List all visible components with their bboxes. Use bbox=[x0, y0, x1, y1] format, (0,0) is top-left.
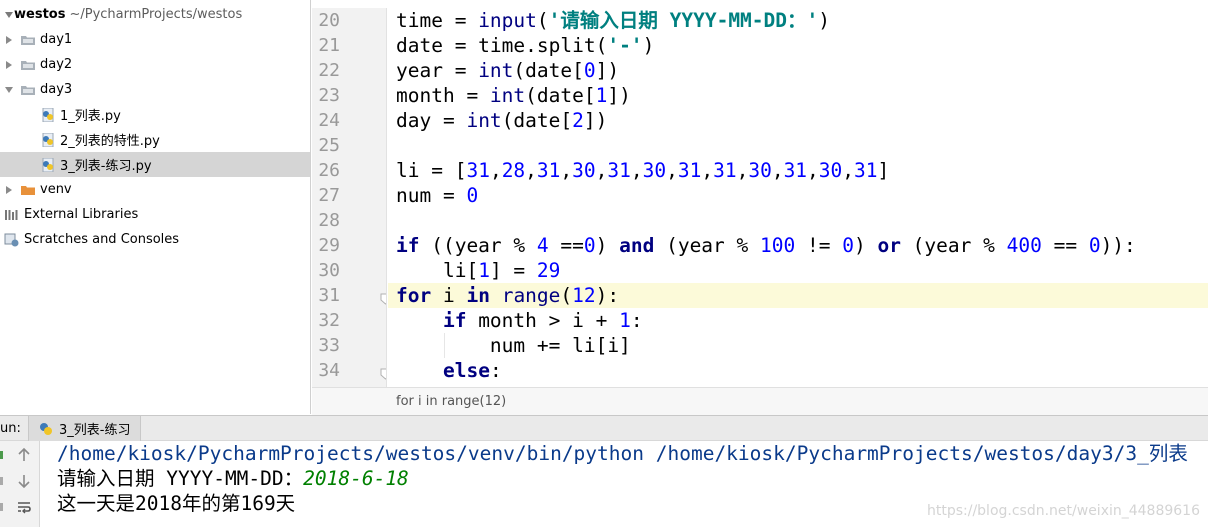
line-number: 28 bbox=[318, 210, 340, 231]
line-number: 27 bbox=[318, 185, 340, 206]
tree-item-label: 1_列表.py bbox=[60, 109, 121, 124]
code-line[interactable]: day = int(date[2]) bbox=[388, 108, 1208, 133]
tree-item-label: day3 bbox=[40, 82, 73, 97]
fold-marker-icon[interactable] bbox=[380, 290, 386, 305]
python-file-icon bbox=[40, 107, 56, 122]
library-icon bbox=[4, 208, 20, 222]
excluded-folder-icon bbox=[20, 183, 36, 197]
editor-top-edge bbox=[312, 0, 1208, 8]
tree-item-label: 2_列表的特性.py bbox=[60, 134, 160, 149]
code-line[interactable]: year = int(date[0]) bbox=[388, 58, 1208, 83]
chevron-down-icon[interactable] bbox=[4, 85, 14, 95]
tree-item-label: 3_列表-练习.py bbox=[60, 159, 152, 174]
project-tool-window: westos ~/PycharmProjects/westos day1 day… bbox=[0, 0, 311, 414]
console-user-input: 2018-6-18 bbox=[303, 467, 409, 490]
tree-item-day2[interactable]: day2 bbox=[0, 52, 310, 77]
code-line[interactable]: time = input('请输入日期 YYYY-MM-DD：') bbox=[388, 8, 1208, 33]
root-path: ~/PycharmProjects/westos bbox=[69, 7, 243, 22]
line-number: 32 bbox=[318, 310, 340, 331]
line-number: 33 bbox=[318, 335, 340, 356]
line-number: 21 bbox=[318, 35, 340, 56]
chevron-right-icon[interactable] bbox=[4, 185, 14, 195]
line-number: 26 bbox=[318, 160, 340, 181]
code-line[interactable]: li = [31,28,31,30,31,30,31,31,30,31,30,3… bbox=[388, 158, 1208, 183]
settings-icon[interactable] bbox=[0, 499, 8, 515]
console-result: 这一天是2018年的第169天 bbox=[57, 492, 296, 515]
tree-item-label: day2 bbox=[40, 57, 73, 72]
code-line[interactable]: if ((year % 4 ==0) and (year % 100 != 0)… bbox=[388, 233, 1208, 258]
folder-icon bbox=[20, 83, 36, 97]
python-icon bbox=[39, 422, 53, 436]
editor-breadcrumb[interactable]: for i in range(12) bbox=[312, 387, 1208, 415]
tree-file-1[interactable]: 1_列表.py bbox=[0, 102, 310, 127]
run-tab-label: 3_列表-练习 bbox=[59, 423, 131, 438]
arrow-down-icon[interactable] bbox=[16, 473, 32, 489]
tree-file-3-selected[interactable]: 3_列表-练习.py bbox=[0, 152, 310, 177]
code-line[interactable]: month = int(date[1]) bbox=[388, 83, 1208, 108]
rerun-icon[interactable] bbox=[0, 447, 8, 463]
code-line[interactable] bbox=[388, 208, 1208, 233]
code-line[interactable]: else: bbox=[388, 358, 1208, 383]
soft-wrap-icon[interactable] bbox=[16, 499, 32, 515]
chevron-down-icon[interactable] bbox=[4, 10, 14, 20]
code-line-current[interactable]: for i in range(12): bbox=[388, 283, 1208, 308]
chevron-right-icon[interactable] bbox=[4, 35, 14, 45]
run-label: un: bbox=[0, 421, 21, 436]
line-number: 20 bbox=[318, 10, 340, 31]
folder-icon bbox=[20, 33, 36, 47]
line-number: 24 bbox=[318, 110, 340, 131]
code-line[interactable]: if month > i + 1: bbox=[388, 308, 1208, 333]
run-tab[interactable]: 3_列表-练习 bbox=[28, 416, 142, 441]
code-line[interactable]: date = time.split('-') bbox=[388, 33, 1208, 58]
tree-item-external-libraries[interactable]: External Libraries bbox=[0, 202, 310, 227]
console-command: /home/kiosk/PycharmProjects/westos/venv/… bbox=[57, 442, 1188, 465]
editor-gutter: 20 21 22 23 24 25 26 27 28 29 30 31 32 3… bbox=[312, 8, 387, 387]
line-number: 30 bbox=[318, 260, 340, 281]
code-line[interactable]: li[1] = 29 bbox=[388, 258, 1208, 283]
line-number: 31 bbox=[318, 285, 340, 306]
tree-file-2[interactable]: 2_列表的特性.py bbox=[0, 127, 310, 152]
line-number: 22 bbox=[318, 60, 340, 81]
code-line[interactable]: num += li[i] bbox=[388, 333, 1208, 358]
tree-root-westos[interactable]: westos ~/PycharmProjects/westos bbox=[0, 2, 310, 27]
arrow-up-icon[interactable] bbox=[16, 447, 32, 463]
tree-item-day1[interactable]: day1 bbox=[0, 27, 310, 52]
tree-item-label: venv bbox=[40, 182, 72, 197]
scratches-icon bbox=[4, 233, 20, 247]
folder-icon bbox=[20, 58, 36, 72]
tree-item-scratches[interactable]: Scratches and Consoles bbox=[0, 227, 310, 252]
python-file-icon bbox=[40, 157, 56, 172]
watermark: https://blog.csdn.net/weixin_44889616 bbox=[926, 503, 1200, 519]
line-number: 34 bbox=[318, 360, 340, 381]
root-name: westos bbox=[14, 7, 66, 22]
console-prompt: 请输入日期 YYYY-MM-DD： bbox=[57, 467, 304, 490]
tree-item-day3[interactable]: day3 bbox=[0, 77, 310, 102]
code-editor[interactable]: time = input('请输入日期 YYYY-MM-DD：') date =… bbox=[388, 8, 1208, 387]
line-number: 23 bbox=[318, 85, 340, 106]
run-console[interactable]: /home/kiosk/PycharmProjects/westos/venv/… bbox=[41, 441, 1208, 527]
fold-marker-icon[interactable] bbox=[380, 365, 386, 380]
tree-item-label: day1 bbox=[40, 32, 73, 47]
python-file-icon bbox=[40, 132, 56, 147]
chevron-right-icon[interactable] bbox=[4, 60, 14, 70]
code-line[interactable] bbox=[388, 133, 1208, 158]
line-number: 29 bbox=[318, 235, 340, 256]
stop-icon[interactable] bbox=[0, 473, 8, 489]
tree-item-label: External Libraries bbox=[24, 207, 139, 222]
run-tool-window-header: un: 3_列表-练习 bbox=[0, 415, 1208, 441]
code-line[interactable]: num = 0 bbox=[388, 183, 1208, 208]
tree-item-venv[interactable]: venv bbox=[0, 177, 310, 202]
console-prompt-line: 请输入日期 YYYY-MM-DD：2018-6-18 bbox=[57, 466, 409, 491]
run-toolbar bbox=[0, 441, 40, 527]
line-number: 25 bbox=[318, 135, 340, 156]
tree-item-label: Scratches and Consoles bbox=[24, 232, 180, 247]
